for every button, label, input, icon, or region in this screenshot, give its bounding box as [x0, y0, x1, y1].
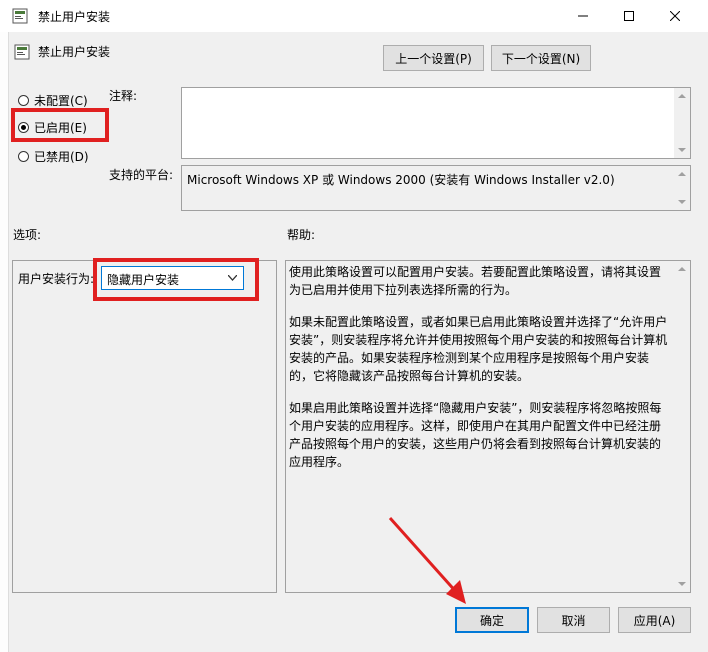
platform-field: Microsoft Windows XP 或 Windows 2000 (安装有…	[181, 165, 691, 211]
dropdown-selected-value: 隐藏用户安装	[107, 273, 180, 287]
scroll-down-icon	[678, 200, 686, 204]
scroll-down-icon	[678, 582, 686, 586]
radio-label: 已启用(E)	[34, 121, 87, 135]
comment-scrollbar[interactable]	[674, 88, 690, 158]
cancel-button[interactable]: 取消	[537, 607, 610, 633]
radio-dot	[18, 151, 29, 162]
help-text: 使用此策略设置可以配置用户安装。若要配置此策略设置，请将其设置为已启用并使用下拉…	[289, 263, 671, 485]
help-panel: 使用此策略设置可以配置用户安装。若要配置此策略设置，请将其设置为已启用并使用下拉…	[285, 260, 691, 593]
window-title: 禁止用户安装	[38, 10, 111, 24]
maximize-icon	[624, 11, 634, 21]
options-header: 选项:	[13, 228, 42, 242]
apply-label: 应用(A)	[633, 613, 676, 628]
close-button[interactable]	[652, 0, 698, 32]
scroll-down-icon	[678, 148, 686, 152]
policy-icon	[12, 8, 28, 24]
policy-name: 禁止用户安装	[38, 45, 111, 59]
radio-not-configured[interactable]: 未配置(C)	[18, 92, 88, 109]
scroll-up-icon	[678, 172, 686, 176]
background-window-strip	[0, 32, 9, 652]
comment-textarea[interactable]	[181, 87, 691, 159]
help-paragraph: 使用此策略设置可以配置用户安装。若要配置此策略设置，请将其设置为已启用并使用下拉…	[289, 265, 662, 297]
annotation-arrow-icon	[388, 516, 466, 604]
radio-disabled[interactable]: 已禁用(D)	[18, 148, 89, 165]
ok-label: 确定	[479, 613, 504, 628]
help-paragraph: 如果启用此策略设置并选择“隐藏用户安装”，则安装程序将忽略按照每个用户安装的应用…	[289, 401, 662, 469]
close-icon	[670, 11, 680, 21]
apply-button[interactable]: 应用(A)	[618, 607, 691, 633]
options-panel	[12, 260, 277, 593]
cancel-label: 取消	[561, 613, 586, 628]
chevron-down-icon	[228, 275, 237, 281]
user-install-behavior-label: 用户安装行为:	[18, 272, 95, 286]
radio-enabled[interactable]: 已启用(E)	[18, 119, 87, 136]
minimize-button[interactable]	[560, 0, 606, 32]
platform-scrollbar[interactable]	[674, 166, 690, 210]
radio-dot-selected	[18, 122, 29, 133]
comment-label: 注释:	[109, 89, 138, 103]
previous-setting-button[interactable]: 上一个设置(P)	[383, 45, 484, 71]
help-scrollbar[interactable]	[674, 261, 690, 592]
policy-setting-icon	[14, 44, 30, 60]
platform-value: Microsoft Windows XP 或 Windows 2000 (安装有…	[187, 173, 615, 187]
next-setting-label: 下一个设置(N)	[501, 51, 581, 66]
radio-label: 已禁用(D)	[34, 150, 89, 164]
help-header: 帮助:	[287, 228, 316, 242]
maximize-button[interactable]	[606, 0, 652, 32]
next-setting-button[interactable]: 下一个设置(N)	[491, 45, 591, 71]
radio-dot	[18, 95, 29, 106]
previous-setting-label: 上一个设置(P)	[395, 51, 472, 66]
help-paragraph: 如果未配置此策略设置，或者如果已启用此策略设置并选择了“允许用户安装”，则安装程…	[289, 315, 668, 383]
radio-label: 未配置(C)	[34, 94, 88, 108]
scroll-up-icon	[678, 94, 686, 98]
user-install-behavior-dropdown[interactable]: 隐藏用户安装	[101, 266, 244, 290]
ok-button[interactable]: 确定	[455, 607, 529, 633]
scroll-up-icon	[678, 267, 686, 271]
minimize-icon	[578, 15, 588, 17]
platform-label: 支持的平台:	[109, 168, 174, 182]
